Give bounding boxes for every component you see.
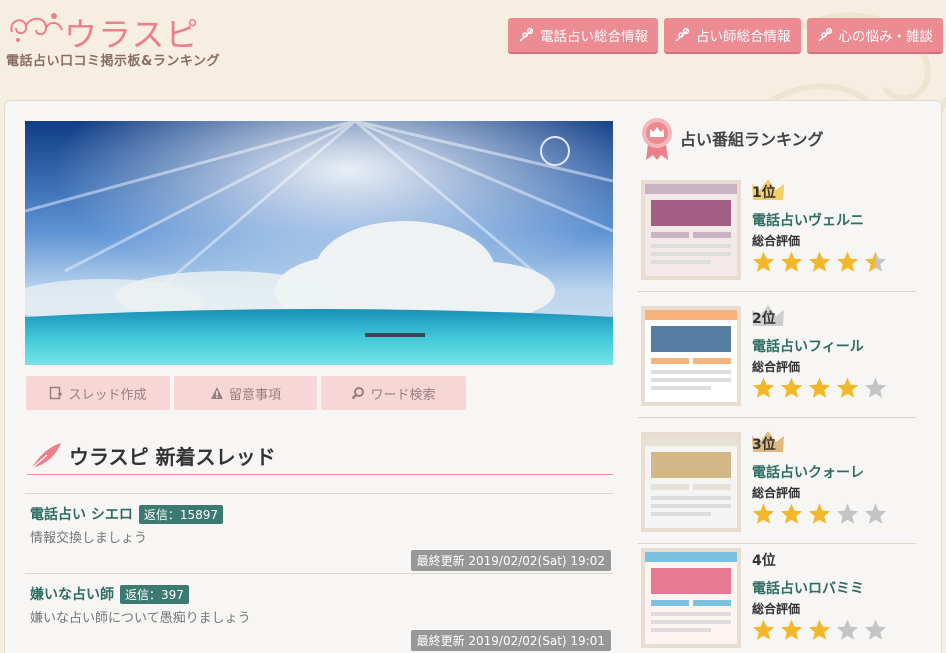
rating-star-icon: [836, 503, 859, 524]
thread-description: 情報交換しましょう: [30, 531, 148, 546]
thread-item[interactable]: 電話占い シエロ 返信：15897 情報交換しましょう 最終更新 2019/02…: [25, 493, 613, 573]
rating-star-icon: [752, 619, 775, 640]
site-screenshot-thumbnail: [645, 436, 737, 528]
rank-site-name[interactable]: 電話占いヴェルニ: [752, 210, 864, 230]
thread-list: 電話占い シエロ 返信：15897 情報交換しましょう 最終更新 2019/02…: [25, 493, 613, 653]
rank-position-text: 4位: [752, 553, 776, 569]
rating-star-icon: [808, 251, 831, 272]
flower-icon: [519, 27, 534, 42]
create-thread-icon: [50, 386, 63, 400]
rating-stars: [751, 376, 888, 400]
divider: [638, 417, 916, 418]
rating-star-icon: [780, 503, 803, 524]
rating-star-icon: [808, 377, 831, 398]
nav-label: 占い師総合情報: [696, 29, 791, 45]
site-screenshot-thumbnail: [645, 310, 737, 402]
ranking-thumbnail[interactable]: [641, 548, 741, 648]
rank-position: 1位: [752, 179, 784, 202]
site-logo[interactable]: ウラスピ 電話占い口コミ掲示板&ランキング: [6, 6, 219, 69]
rating-star-icon: [836, 251, 859, 272]
rating-star-icon: [752, 377, 775, 398]
rank-site-name[interactable]: 電話占いロバミミ: [752, 578, 864, 598]
rank-rating-label: 総合評価: [752, 234, 801, 248]
rank-position: 3位: [752, 431, 784, 454]
rank-position: 2位: [752, 305, 784, 328]
rank-site-name[interactable]: 電話占いクォーレ: [752, 462, 864, 482]
rating-star-icon: [836, 377, 859, 398]
rating-star-icon: [752, 503, 775, 524]
rating-star-icon: [864, 503, 887, 524]
ranking-thumbnail[interactable]: [641, 306, 741, 406]
divider: [638, 291, 916, 292]
section-title-text: ウラスピ 新着スレッド: [69, 445, 276, 469]
rating-star-icon: [752, 251, 775, 272]
nav-worries-chat[interactable]: 心の悩み・雑談: [806, 18, 943, 54]
nav-phone-fortune[interactable]: 電話占い総合情報: [508, 18, 658, 54]
tool-label: ワード検索: [370, 387, 436, 403]
rank-rating-label: 総合評価: [752, 360, 801, 374]
rank-site-name[interactable]: 電話占いフィール: [752, 336, 864, 356]
rating-star-icon: [836, 619, 859, 640]
rating-star-icon: [780, 377, 803, 398]
section-title: ウラスピ 新着スレッド: [27, 437, 613, 475]
site-screenshot-thumbnail: [645, 184, 737, 276]
flower-icon: [675, 27, 690, 42]
rank-position-text: 2位: [752, 311, 776, 327]
create-thread-button[interactable]: スレッド作成: [26, 376, 170, 410]
crown-badge-icon: [642, 118, 672, 160]
rank-position-text: 3位: [752, 437, 776, 453]
ranking-heading: 占い番組ランキング: [640, 116, 824, 160]
last-updated-badge: 最終更新 2019/02/02(Sat) 19:01: [410, 630, 611, 651]
notes-button[interactable]: 留意事項: [174, 376, 317, 410]
rating-star-icon: [808, 503, 831, 524]
tool-label: スレッド作成: [68, 387, 147, 403]
rating-stars: [751, 618, 888, 642]
rating-stars: [751, 250, 888, 274]
search-icon: [352, 387, 365, 400]
ranking-thumbnail[interactable]: [641, 432, 741, 532]
rank-rating-label: 総合評価: [752, 602, 801, 616]
word-search-button[interactable]: ワード検索: [321, 376, 466, 410]
main-nav: 電話占い総合情報 占い師総合情報 心の悩み・雑談: [508, 18, 943, 54]
thread-title-link[interactable]: 電話占い シエロ: [30, 504, 133, 524]
rank-rating-label: 総合評価: [752, 486, 801, 500]
logo-swirl-icon: [10, 13, 63, 42]
rating-star-icon: [864, 377, 887, 398]
thread-item[interactable]: 嫌いな占い師 返信：397 嫌いな占い師について愚痴りましょう 最終更新 201…: [25, 573, 613, 653]
rating-star-icon: [864, 619, 887, 640]
flower-icon: [818, 27, 832, 42]
feather-icon: [30, 442, 61, 469]
thread-description: 嫌いな占い師について愚痴りましょう: [30, 611, 251, 626]
ranking-thumbnail[interactable]: [641, 180, 741, 280]
logo-title: ウラスピ: [64, 15, 200, 54]
logo-subtitle: 電話占い口コミ掲示板&ランキング: [6, 54, 220, 69]
rating-star-icon: [780, 251, 803, 272]
rating-stars: [751, 502, 888, 526]
nav-label: 電話占い総合情報: [540, 29, 648, 45]
thread-toolbar: スレッド作成 留意事項 ワード検索: [26, 376, 466, 410]
ranking-item[interactable]: 4位 電話占いロバミミ 総合評価: [638, 548, 916, 653]
nav-fortune-teller[interactable]: 占い師総合情報: [664, 18, 801, 54]
rating-star-icon: [780, 619, 803, 640]
ranking-item[interactable]: 3位 電話占いクォーレ 総合評価: [638, 431, 916, 544]
hero-sky-image: [25, 121, 613, 365]
tool-label: 留意事項: [228, 387, 281, 403]
rank-position: 4位: [752, 550, 776, 570]
reply-count-badge: 返信：397: [120, 584, 189, 604]
warning-icon: [210, 387, 223, 399]
thread-title-link[interactable]: 嫌いな占い師: [30, 584, 114, 604]
rating-star-icon: [864, 251, 887, 272]
reply-count-badge: 返信：15897: [138, 504, 224, 524]
divider: [638, 543, 916, 544]
last-updated-badge: 最終更新 2019/02/02(Sat) 19:02: [410, 550, 611, 571]
rating-star-icon: [808, 619, 831, 640]
ranking-item[interactable]: 2位 電話占いフィール 総合評価: [638, 305, 916, 418]
site-screenshot-thumbnail: [645, 552, 737, 644]
rank-position-text: 1位: [752, 185, 776, 201]
site-header: ウラスピ 電話占い口コミ掲示板&ランキング 電話占い総合情報 占い師総合情報 心…: [0, 0, 946, 96]
ranking-title: 占い番組ランキング: [680, 130, 824, 149]
nav-label: 心の悩み・雑談: [838, 29, 934, 45]
ranking-item[interactable]: 1位 電話占いヴェルニ 総合評価: [638, 179, 916, 292]
